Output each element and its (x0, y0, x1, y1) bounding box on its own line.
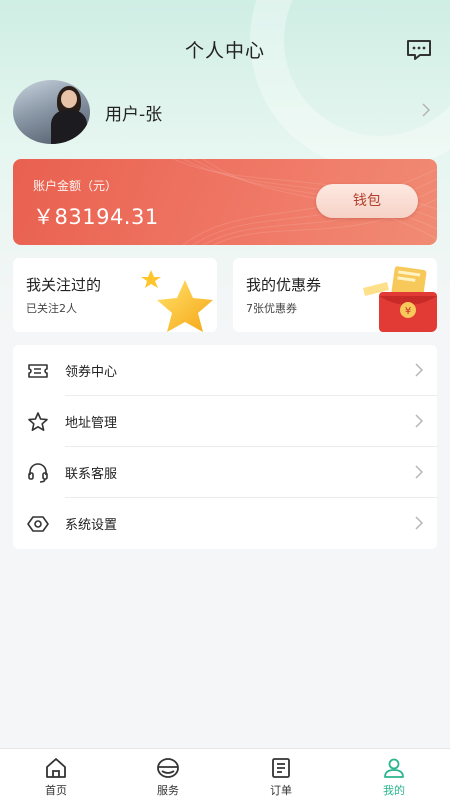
balance-label: 账户金额（元） (33, 179, 118, 193)
tab-mine[interactable]: 我的 (338, 749, 450, 800)
svg-text:¥: ¥ (405, 306, 411, 317)
star-icon (141, 270, 213, 332)
menu-list: 领券中心 地址管理 联系客服 系统设置 (13, 345, 437, 549)
chevron-right-icon (422, 103, 431, 117)
menu-item-settings[interactable]: 系统设置 (13, 498, 437, 549)
page-title: 个人中心 (184, 40, 265, 62)
menu-label: 系统设置 (65, 518, 118, 533)
tab-label: 我的 (383, 784, 405, 797)
followed-tile[interactable]: 我关注过的 已关注2人 (13, 258, 217, 332)
chevron-right-icon (415, 363, 423, 377)
menu-label: 地址管理 (65, 416, 118, 431)
order-icon (272, 758, 290, 778)
tab-service[interactable]: 服务 (112, 749, 224, 800)
home-icon (46, 758, 66, 778)
followed-count: 已关注2人 (26, 302, 77, 315)
balance-card: 账户金额（元） ￥83194.31 钱包 (13, 159, 437, 245)
menu-label: 联系客服 (65, 467, 118, 482)
user-icon (384, 758, 404, 778)
avatar[interactable] (13, 80, 90, 144)
tab-label: 订单 (270, 784, 292, 797)
menu-item-coupon-center[interactable]: 领券中心 (13, 345, 437, 396)
bottom-tab-bar: 首页 服务 订单 我的 (0, 748, 450, 800)
balance-value: ￥83194.31 (33, 205, 159, 229)
tab-order[interactable]: 订单 (225, 749, 337, 800)
coupon-count: 7张优惠券 (246, 302, 297, 315)
message-dots-icon[interactable] (406, 38, 432, 62)
followed-title: 我关注过的 (26, 276, 102, 294)
headset-icon (28, 463, 48, 483)
coupon-wallet-icon: ¥ (363, 266, 437, 332)
username: 用户-张 (105, 105, 163, 125)
chevron-right-icon (415, 414, 423, 428)
tab-label: 服务 (157, 784, 179, 797)
menu-label: 领券中心 (65, 365, 118, 380)
tab-home[interactable]: 首页 (0, 749, 112, 800)
coupon-tile[interactable]: 我的优惠券 7张优惠券 ¥ (233, 258, 437, 332)
chevron-right-icon (415, 516, 423, 530)
settings-icon (27, 516, 49, 532)
ticket-icon (28, 364, 48, 378)
tab-label: 首页 (45, 784, 67, 797)
service-icon (157, 758, 179, 778)
menu-item-address[interactable]: 地址管理 (13, 396, 437, 447)
profile-row[interactable]: 用户-张 (13, 80, 437, 146)
chevron-right-icon (415, 465, 423, 479)
star-outline-icon (28, 412, 48, 431)
wallet-button[interactable]: 钱包 (316, 184, 418, 218)
coupon-title: 我的优惠券 (246, 276, 322, 294)
menu-item-support[interactable]: 联系客服 (13, 447, 437, 498)
